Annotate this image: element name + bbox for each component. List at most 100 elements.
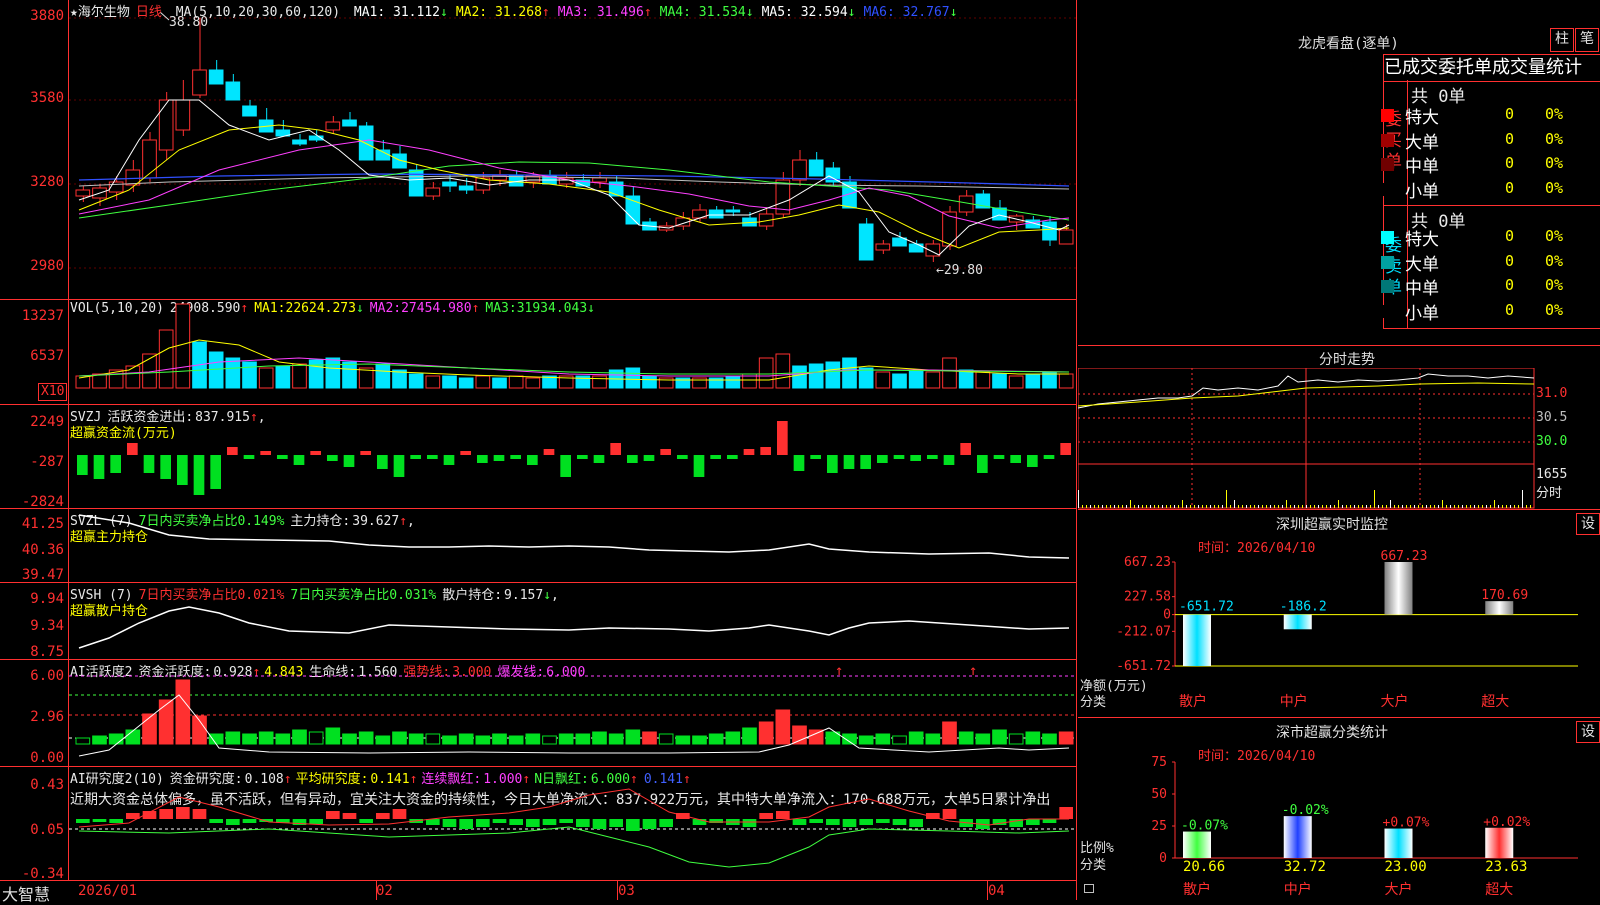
candle[interactable] (342, 112, 357, 127)
sz-classify-bar[interactable] (1485, 827, 1514, 858)
ma-value-2: MA2: 31.268↑ (455, 5, 550, 20)
volume-bar (375, 363, 391, 389)
sz-classify-chart[interactable]: 75 50 25 0 -0.07% 20.66 散户 -0.02% 32.72 中户 +0.07% 2… (1078, 718, 1600, 900)
sz-classify-category: 超大 (1485, 882, 1513, 898)
date-tick-4: 04 (988, 883, 1005, 899)
candle[interactable] (142, 132, 157, 182)
ai-research-bar (859, 819, 873, 825)
candle[interactable] (925, 240, 941, 262)
sz-monitor-bar[interactable] (1283, 614, 1312, 630)
volume-bars (75, 303, 1074, 389)
candle[interactable] (292, 134, 307, 146)
ai-activity-bar (358, 731, 374, 745)
fund-flow-bar (577, 455, 588, 459)
ai-research-bar (876, 819, 890, 823)
buy-row-value-4: 0 (1505, 178, 1515, 197)
fund-flow-bar (493, 455, 505, 461)
candle[interactable] (425, 182, 441, 200)
fund-flow-bar (227, 447, 238, 455)
ai-activity-chart[interactable]: ↑ ↑ (69, 660, 1077, 766)
candle[interactable] (808, 152, 824, 177)
fund-flow-bar (460, 451, 471, 455)
ai-activity-bar (75, 737, 91, 745)
intraday-panel[interactable]: 分时走势 31.0 30.5 30.0 1655 分时 (1078, 345, 1600, 510)
candle[interactable] (675, 212, 691, 230)
candle[interactable] (792, 150, 807, 186)
candle[interactable] (158, 92, 174, 160)
fund-flow-chart[interactable] (69, 405, 1077, 508)
ai-research-bar (542, 819, 557, 825)
sz-monitor-bar[interactable] (1183, 614, 1211, 666)
fund-flow-bar (177, 455, 188, 485)
fund-flow-bar (977, 455, 988, 473)
candle[interactable] (825, 162, 841, 186)
ai-activity-bar (808, 729, 824, 745)
candle[interactable] (858, 218, 874, 261)
candle[interactable] (758, 208, 774, 230)
buy-row-pct-1: 0% (1545, 105, 1564, 123)
volume-bar (1025, 373, 1041, 389)
sell-row-value-2: 0 (1505, 251, 1515, 270)
ai-research-bar (609, 819, 623, 827)
candle[interactable] (325, 116, 341, 134)
favorite-star-icon[interactable]: ★ (70, 5, 78, 20)
longhu-tabs[interactable]: 已成交委托单成交量统计 (1384, 55, 1600, 82)
candle[interactable] (642, 218, 657, 231)
candle[interactable] (275, 120, 291, 137)
candle[interactable] (258, 108, 274, 133)
kline-chart[interactable]: 38.80 ←29.80 (69, 0, 1077, 299)
fund-flow-bar (1043, 455, 1055, 459)
candle[interactable] (175, 80, 191, 136)
sz-classify-bar[interactable] (1283, 816, 1312, 858)
candle[interactable] (75, 186, 91, 202)
ai-research-bar (576, 819, 590, 827)
sz-classify-xlabel: 分类 (1080, 858, 1106, 873)
candle[interactable] (708, 206, 724, 219)
sz-monitor-bar[interactable] (1485, 601, 1514, 615)
ai-activity-bar (1025, 731, 1041, 745)
volume-bar (725, 375, 741, 389)
retail-holding-chart[interactable] (69, 583, 1077, 659)
fund-flow-bar (627, 455, 638, 463)
main-holding-chart[interactable] (69, 509, 1077, 582)
sz-monitor-chart[interactable]: 667.23 227.58 0-212.07 -651.72 -651.72 散户 -186… (1078, 510, 1600, 718)
ma-value-5: MA5: 32.594↓ (761, 5, 856, 20)
sell-row-pct-3: 0% (1545, 276, 1564, 294)
candle[interactable] (742, 212, 757, 227)
candle[interactable] (392, 146, 407, 169)
fund-flow-bar (360, 451, 371, 455)
volume-bar (892, 373, 907, 389)
ai-activity-bar (975, 733, 991, 745)
tick-view-button[interactable]: 笔 (1575, 28, 1599, 52)
candle[interactable] (1058, 224, 1074, 245)
ai-research-bar (1026, 819, 1040, 825)
sz-classify-bar[interactable] (1183, 831, 1211, 858)
candle[interactable] (508, 170, 524, 187)
ai-activity-bar (742, 727, 757, 745)
candle[interactable] (242, 100, 257, 117)
fund-flow-bar (93, 455, 105, 479)
volume-chart[interactable] (69, 300, 1077, 404)
chart-area[interactable]: 38.80 ←29.80 ★海尔生物 日线 MA(5,10,20,30,60,12… (0, 0, 1094, 904)
candle[interactable] (192, 18, 207, 98)
sz-monitor-bar[interactable] (1384, 562, 1413, 615)
column-view-button[interactable]: 柱 (1550, 28, 1574, 52)
candle[interactable] (225, 74, 241, 101)
candle[interactable] (208, 60, 224, 85)
sz-monitor-ylabel: 净额(万元) (1080, 679, 1148, 694)
sz-classify-value: 20.66 (1183, 859, 1225, 875)
candle[interactable] (875, 240, 891, 254)
sz-classify-bar[interactable] (1384, 828, 1413, 858)
ai-research-chart[interactable] (69, 767, 1077, 880)
sz-monitor-category: 中户 (1280, 693, 1308, 710)
ai-activity-bar (958, 731, 974, 745)
candle[interactable] (1008, 214, 1024, 230)
fund-flow-bar (193, 455, 205, 495)
candle[interactable] (592, 172, 607, 188)
sz-classify-change: +0.02% (1483, 815, 1530, 830)
sell-row-value-3: 0 (1505, 276, 1515, 294)
period-label[interactable]: 日线 (136, 5, 162, 20)
fund-flow-bar (777, 421, 788, 455)
candle[interactable] (942, 206, 957, 250)
stock-name: 海尔生物 (77, 5, 130, 20)
